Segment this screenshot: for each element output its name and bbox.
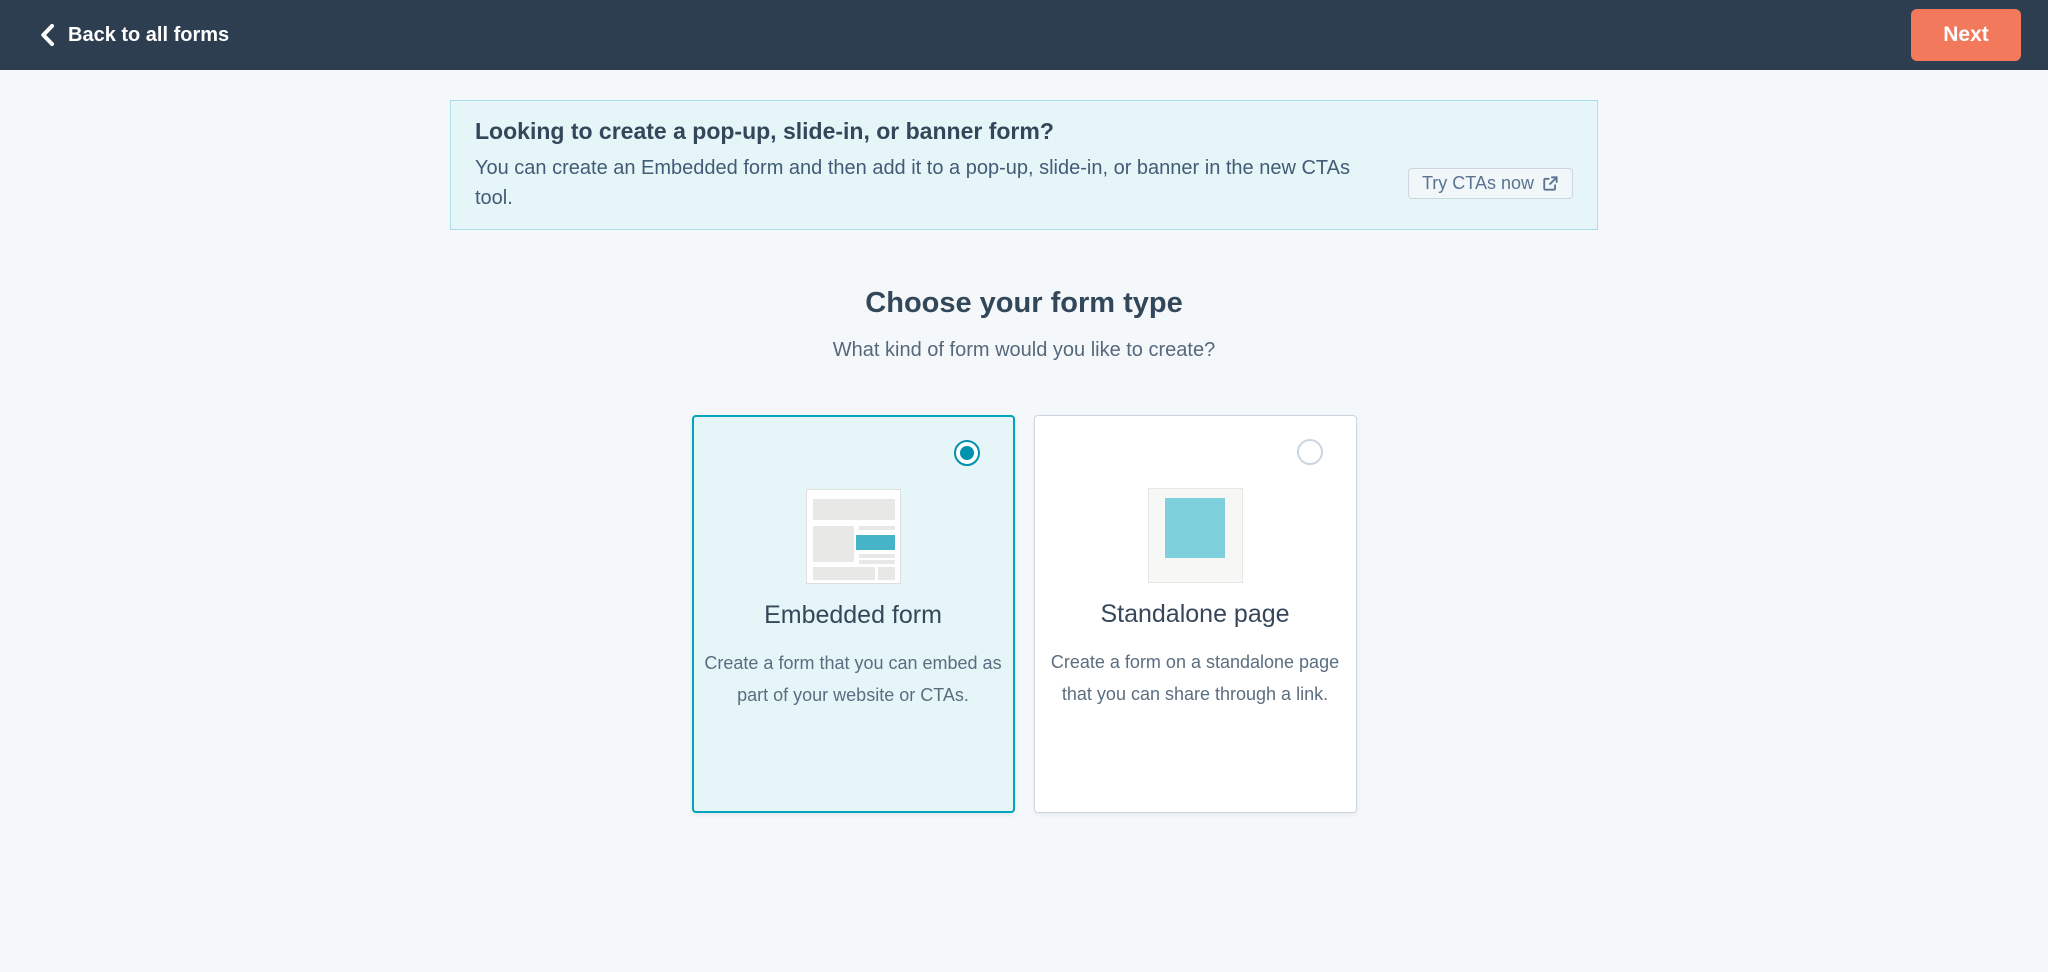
main-content: Choose your form type What kind of form …	[0, 285, 2048, 813]
card-description-standalone-page: Create a form on a standalone page that …	[1050, 652, 1340, 704]
card-title-standalone-page: Standalone page	[1100, 600, 1290, 628]
chevron-left-icon	[38, 23, 57, 47]
back-label: Back to all forms	[68, 23, 230, 46]
form-type-options: Embedded form Create a form that you can…	[0, 415, 2048, 813]
embedded-form-icon	[805, 489, 901, 584]
try-ctas-now-button[interactable]: Try CTAs now	[1407, 167, 1573, 199]
card-description-embedded-form: Create a form that you can embed as part…	[704, 653, 1002, 705]
option-card-embedded-form[interactable]: Embedded form Create a form that you can…	[691, 415, 1015, 813]
banner-body-text: You can create an Embedded form and then…	[475, 157, 1350, 209]
next-button[interactable]: Next	[1911, 9, 2021, 61]
page-subtitle: What kind of form would you like to crea…	[832, 339, 1216, 361]
external-link-icon	[1542, 175, 1559, 192]
card-title-embedded-form: Embedded form	[764, 601, 942, 629]
option-card-standalone-page[interactable]: Standalone page Create a form on a stand…	[1033, 415, 1357, 813]
back-to-all-forms-link[interactable]: Back to all forms	[38, 23, 229, 47]
icon-cta-bar	[855, 535, 895, 550]
radio-embedded-form[interactable]	[953, 440, 980, 466]
try-ctas-now-label: Try CTAs now	[1421, 172, 1534, 193]
topbar: Back to all forms Next	[0, 0, 2048, 70]
banner-title: Looking to create a pop-up, slide-in, or…	[475, 118, 1054, 144]
banner-body-row: You can create an Embedded form and then…	[475, 153, 1573, 213]
radio-standalone-page[interactable]	[1296, 439, 1323, 465]
standalone-page-icon	[1147, 488, 1243, 583]
icon-page-square	[1165, 498, 1225, 558]
cta-info-banner: Looking to create a pop-up, slide-in, or…	[450, 100, 1598, 230]
choose-form-type-page: Back to all forms Next Looking to create…	[0, 0, 2048, 972]
page-title: Choose your form type	[865, 287, 1183, 319]
